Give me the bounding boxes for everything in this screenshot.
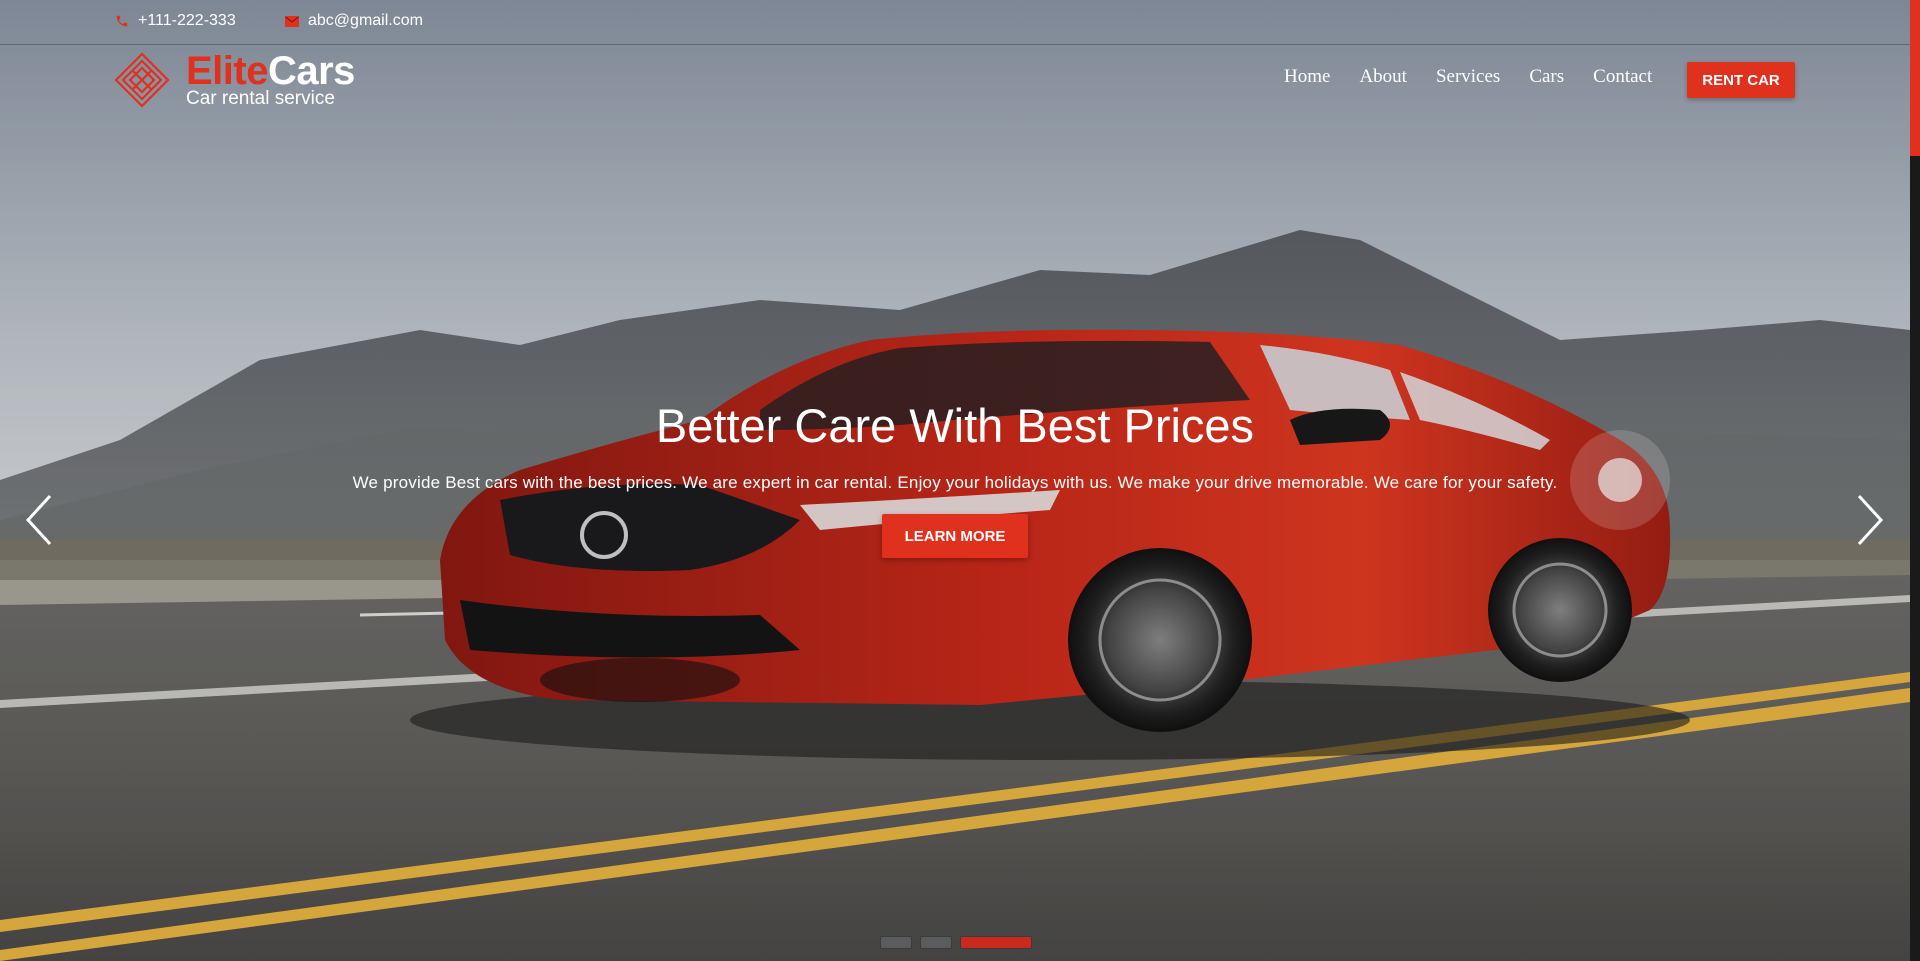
scrollbar-thumb[interactable] [1910,0,1920,156]
nav-cars[interactable]: Cars [1529,66,1564,88]
nav-about[interactable]: About [1359,66,1407,88]
brand-name-part2: Cars [267,49,355,93]
slide-indicator-2[interactable] [920,936,952,949]
slider-prev-button[interactable] [20,492,56,548]
chevron-right-icon [1857,494,1884,546]
diamond-grid-logo-icon [114,52,170,108]
learn-more-button[interactable]: LEARN MORE [882,514,1028,558]
slide-description: We provide Best cars with the best price… [352,473,1558,492]
slide-indicator-1[interactable] [880,936,912,949]
brand-tagline: Car rental service [186,88,335,109]
slide-title: Better Care With Best Prices [655,399,1255,452]
page-scrollbar[interactable] [1910,0,1920,961]
email-contact[interactable]: abc@gmail.com [284,12,423,30]
main-nav: Home About Services Cars Contact [1284,66,1681,88]
slide-indicator-3-active[interactable] [960,936,1032,949]
nav-home[interactable]: Home [1284,66,1330,88]
top-contact-bar: +111-222-333 abc@gmail.com [0,0,1910,45]
rent-car-button[interactable]: RENT CAR [1687,62,1795,98]
slider-indicators [880,936,1032,949]
nav-contact[interactable]: Contact [1593,66,1652,88]
nav-services[interactable]: Services [1436,66,1500,88]
hero-slider: +111-222-333 abc@gmail.com EliteCars Car… [0,0,1910,961]
phone-number: +111-222-333 [138,12,236,29]
site-logo[interactable]: EliteCars Car rental service [114,50,364,112]
slider-next-button[interactable] [1853,492,1889,548]
email-address: abc@gmail.com [308,12,423,29]
brand-name-part1: Elite [186,49,268,93]
phone-contact[interactable]: +111-222-333 [114,12,236,30]
envelope-icon [284,13,300,29]
phone-icon [114,13,130,29]
brand-name: EliteCars [186,50,355,92]
chevron-left-icon [25,494,52,546]
